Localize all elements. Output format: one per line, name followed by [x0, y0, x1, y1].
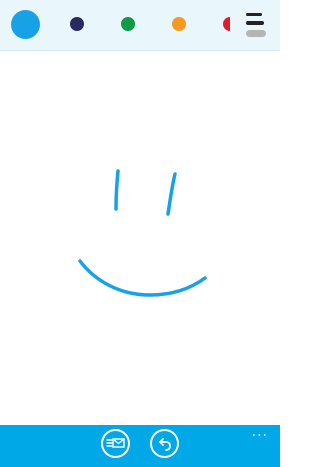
send-message-icon [106, 438, 125, 448]
drawing-canvas[interactable] [0, 51, 280, 425]
color-swatch-navy[interactable] [70, 17, 84, 31]
more-options-button[interactable]: ... [252, 425, 268, 439]
left-eye-stroke [114, 169, 120, 211]
right-eye-stroke [166, 172, 177, 216]
stroke-width-icon[interactable] [242, 11, 268, 39]
drawing-svg [78, 169, 207, 297]
doodle-screen: ... [0, 0, 280, 467]
color-swatch-orange[interactable] [172, 17, 186, 31]
undo-button[interactable] [150, 429, 179, 458]
color-palette-bar [0, 0, 280, 51]
color-swatch-green[interactable] [121, 17, 135, 31]
thin-stroke-line [246, 13, 262, 16]
medium-stroke-line [246, 21, 264, 25]
undo-icon [159, 438, 171, 451]
send-message-button[interactable] [101, 429, 130, 458]
color-swatch-sky-blue[interactable] [11, 10, 40, 39]
mouth-stroke [78, 259, 207, 297]
bottom-app-bar: ... [0, 425, 280, 467]
thick-stroke-line [246, 30, 266, 37]
